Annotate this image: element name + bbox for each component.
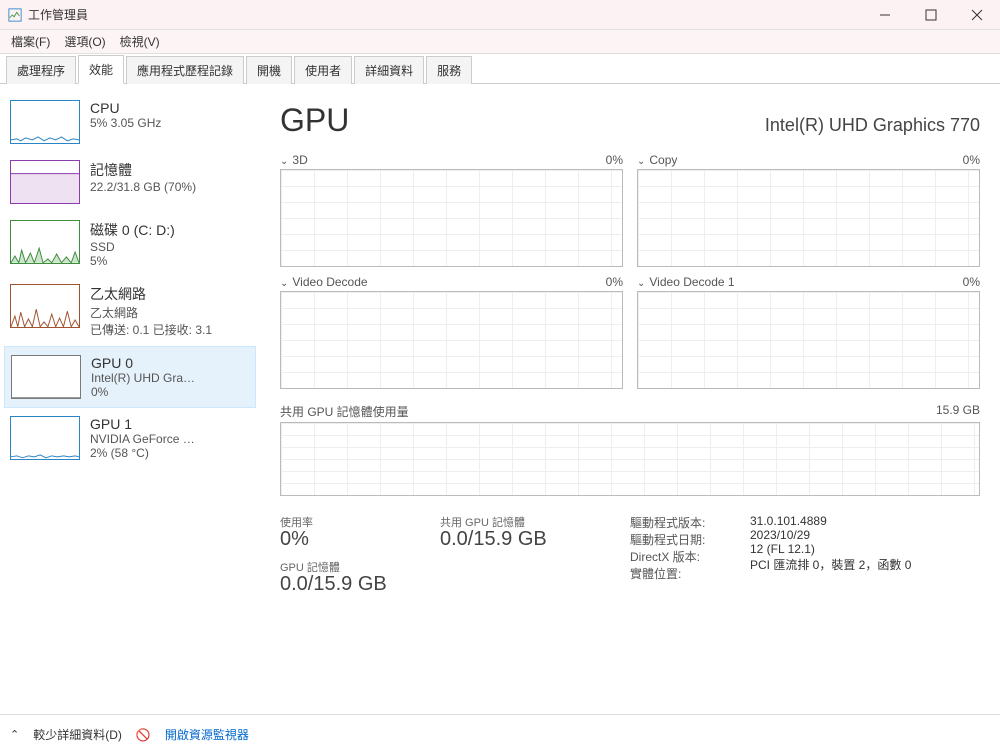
- engine-3d-pct: 0%: [606, 153, 623, 167]
- chevron-down-icon: ⌄: [280, 278, 288, 289]
- shared-mem-stat-value: 0.0/15.9 GB: [440, 528, 630, 551]
- loc-label: 實體位置:: [630, 565, 750, 582]
- engine-copy-label: Copy: [649, 153, 677, 167]
- page-title: GPU: [280, 102, 349, 139]
- menu-file[interactable]: 檔案(F): [4, 30, 57, 53]
- mem-thumb: [10, 160, 80, 204]
- engine-vd1-label: Video Decode 1: [649, 275, 734, 289]
- driver-ver-label: 驅動程式版本:: [630, 514, 750, 531]
- tab-processes[interactable]: 處理程序: [6, 56, 76, 84]
- window-title: 工作管理員: [28, 6, 862, 23]
- titlebar: 工作管理員: [0, 0, 1000, 30]
- menu-options[interactable]: 選項(O): [57, 30, 112, 53]
- menubar: 檔案(F) 選項(O) 檢視(V): [0, 30, 1000, 54]
- tabbar: 處理程序 效能 應用程式歷程記錄 開機 使用者 詳細資料 服務: [0, 54, 1000, 84]
- sidebar-item-ethernet[interactable]: 乙太網路 乙太網路 已傳送: 0.1 已接收: 3.1: [4, 276, 256, 346]
- chevron-down-icon: ⌄: [637, 278, 645, 289]
- gpu-mem-value: 0.0/15.9 GB: [280, 573, 440, 596]
- dx-value: 12 (FL 12.1): [750, 542, 980, 556]
- chevron-down-icon: ⌄: [280, 156, 288, 167]
- mem-sub: 22.2/31.8 GB (70%): [90, 180, 196, 194]
- driver-date-value: 2023/10/29: [750, 528, 980, 542]
- tab-performance[interactable]: 效能: [78, 55, 124, 84]
- tab-users[interactable]: 使用者: [294, 56, 352, 84]
- tab-startup[interactable]: 開機: [246, 56, 292, 84]
- tab-services[interactable]: 服務: [426, 56, 472, 84]
- gpu0-title: GPU 0: [91, 355, 195, 371]
- open-resource-monitor-link[interactable]: 開啟資源監視器: [165, 726, 249, 743]
- eth-sub1: 乙太網路: [90, 304, 212, 321]
- sidebar: CPU 5% 3.05 GHz 記憶體 22.2/31.8 GB (70%) 磁…: [0, 84, 260, 714]
- main-panel: GPU Intel(R) UHD Graphics 770 ⌄ 3D 0% ⌄ Cop…: [260, 84, 1000, 714]
- footer: ⌃ 較少詳細資料(D) 🚫 開啟資源監視器: [0, 714, 1000, 754]
- util-value: 0%: [280, 528, 440, 551]
- shared-mem-max: 15.9 GB: [936, 403, 980, 420]
- minimize-button[interactable]: [862, 0, 908, 30]
- disk-sub2: 5%: [90, 254, 175, 268]
- disk-thumb: [10, 220, 80, 264]
- engine-video-decode[interactable]: ⌄ Video Decode 0%: [280, 275, 623, 389]
- shared-gpu-memory-chart: 共用 GPU 記憶體使用量 15.9 GB: [280, 403, 980, 496]
- gpu1-sub1: NVIDIA GeForce …: [90, 432, 195, 446]
- gpu1-title: GPU 1: [90, 416, 195, 432]
- engine-3d[interactable]: ⌄ 3D 0%: [280, 153, 623, 267]
- engine-3d-label: 3D: [292, 153, 307, 167]
- sidebar-item-cpu[interactable]: CPU 5% 3.05 GHz: [4, 92, 256, 152]
- eth-title: 乙太網路: [90, 284, 212, 304]
- gpu-model: Intel(R) UHD Graphics 770: [765, 115, 980, 136]
- tab-details[interactable]: 詳細資料: [354, 56, 424, 84]
- eth-sub2: 已傳送: 0.1 已接收: 3.1: [90, 321, 212, 338]
- dx-label: DirectX 版本:: [630, 548, 750, 565]
- chevron-down-icon: ⌄: [637, 156, 645, 167]
- sidebar-item-gpu1[interactable]: GPU 1 NVIDIA GeForce … 2% (58 °C): [4, 408, 256, 468]
- engine-vd1-pct: 0%: [963, 275, 980, 289]
- gpu-stats: 使用率 0% GPU 記憶體 0.0/15.9 GB 共用 GPU 記憶體 0.…: [280, 514, 980, 604]
- engine-copy[interactable]: ⌄ Copy 0%: [637, 153, 980, 267]
- disk-title: 磁碟 0 (C: D:): [90, 220, 175, 240]
- sidebar-item-memory[interactable]: 記憶體 22.2/31.8 GB (70%): [4, 152, 256, 212]
- disk-sub1: SSD: [90, 240, 175, 254]
- gpu0-sub1: Intel(R) UHD Gra…: [91, 371, 195, 385]
- task-manager-icon: [8, 8, 22, 22]
- driver-ver-value: 31.0.101.4889: [750, 514, 980, 528]
- gpu1-sub2: 2% (58 °C): [90, 446, 195, 460]
- gpu1-thumb: [10, 416, 80, 460]
- fewer-details-link[interactable]: 較少詳細資料(D): [33, 726, 122, 743]
- chevron-up-icon: ⌃: [10, 728, 19, 741]
- engine-copy-pct: 0%: [963, 153, 980, 167]
- eth-thumb: [10, 284, 80, 328]
- shared-mem-label: 共用 GPU 記憶體使用量: [280, 403, 409, 420]
- tab-app-history[interactable]: 應用程式歷程記錄: [126, 56, 244, 84]
- mem-title: 記憶體: [90, 160, 196, 180]
- engine-video-decode-1[interactable]: ⌄ Video Decode 1 0%: [637, 275, 980, 389]
- engine-vd-label: Video Decode: [292, 275, 367, 289]
- menu-view[interactable]: 檢視(V): [113, 30, 167, 53]
- cpu-thumb: [10, 100, 80, 144]
- cpu-sub: 5% 3.05 GHz: [90, 116, 161, 130]
- resmon-icon: 🚫: [136, 728, 151, 742]
- cpu-title: CPU: [90, 100, 161, 116]
- driver-date-label: 驅動程式日期:: [630, 531, 750, 548]
- gpu0-sub2: 0%: [91, 385, 195, 399]
- loc-value: PCI 匯流排 0，裝置 2，函數 0: [750, 556, 980, 573]
- close-button[interactable]: [954, 0, 1000, 30]
- sidebar-item-gpu0[interactable]: GPU 0 Intel(R) UHD Gra… 0%: [4, 346, 256, 408]
- engine-vd-pct: 0%: [606, 275, 623, 289]
- gpu0-thumb: [11, 355, 81, 399]
- sidebar-item-disk[interactable]: 磁碟 0 (C: D:) SSD 5%: [4, 212, 256, 276]
- maximize-button[interactable]: [908, 0, 954, 30]
